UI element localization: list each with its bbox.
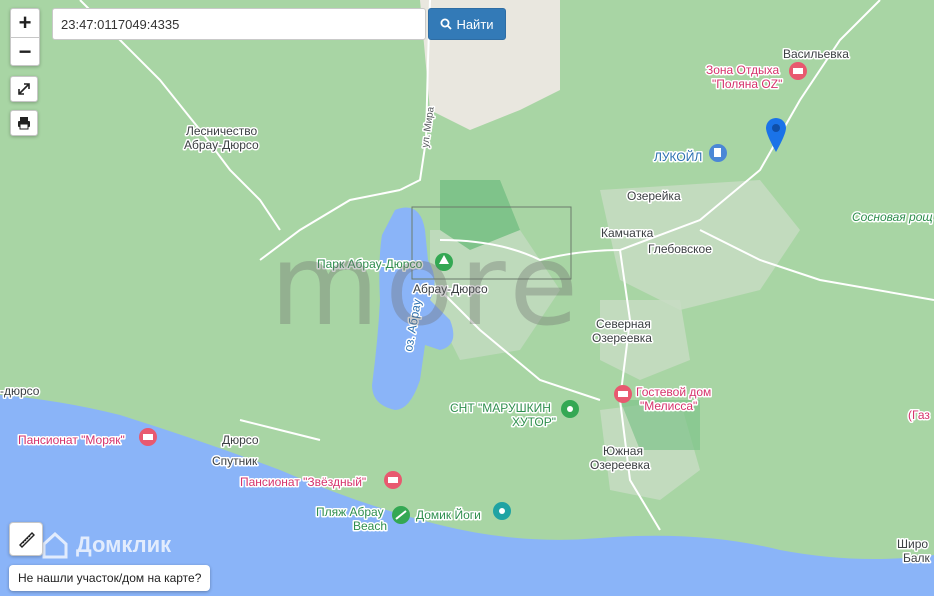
poi-label-zvezdny[interactable]: Пансионат "Звёздный" <box>239 474 368 491</box>
poi-label-moryak[interactable]: Пансионат "Моряк" <box>17 432 127 449</box>
beach-icon[interactable] <box>392 506 410 524</box>
search-icon <box>440 18 453 30</box>
place-label-severnaya-1: Северная <box>596 317 651 331</box>
domclick-logo: Домклик <box>40 530 171 560</box>
poi-label-melissa-1[interactable]: Гостевой дом <box>635 384 713 401</box>
place-label-yuzhnaya-1: Южная <box>603 444 643 458</box>
place-label-lesnichestvo-2: Абрау-Дюрсо <box>184 138 259 152</box>
place-label-vasilevka: Васильевка <box>783 47 849 61</box>
place-label-kamchatka: Камчатка <box>601 226 654 240</box>
place-label-glebovskoe: Глебовское <box>648 242 712 256</box>
poi-label-yoga[interactable]: Домик Йоги <box>415 506 483 524</box>
printer-icon <box>18 117 30 130</box>
hotel-icon[interactable] <box>614 385 632 403</box>
ruler-icon <box>19 532 35 548</box>
poi-label-marushkin-2[interactable]: ХУТОР" <box>511 414 558 431</box>
zoom-out-button[interactable]: − <box>11 37 39 65</box>
place-label-yuzhnaya-2: Озереевка <box>590 458 650 472</box>
gas-station-icon[interactable] <box>709 144 727 162</box>
domclick-logo-icon <box>42 531 68 559</box>
poi-label-polyana-1[interactable]: Зона Отдыха <box>705 62 781 79</box>
place-label-lesnichestvo-1: Лесничество <box>186 124 258 138</box>
print-button[interactable] <box>10 110 38 136</box>
hotel-icon[interactable] <box>789 62 807 80</box>
zoom-control: + − <box>10 8 40 66</box>
garden-icon[interactable] <box>561 400 579 418</box>
watermark: more <box>270 221 585 351</box>
poi-label-polyana-2[interactable]: "Поляна OZ" <box>711 76 784 93</box>
search-button-label: Найти <box>456 16 494 32</box>
ruler-button[interactable] <box>9 522 43 556</box>
poi-label-beach-1[interactable]: Пляж Абрау <box>315 504 386 521</box>
expand-icon <box>18 83 30 95</box>
poi-label-melissa-2[interactable]: "Мелисса" <box>639 398 699 415</box>
poi-label-lukoil[interactable]: ЛУКОЙЛ <box>653 148 704 166</box>
camera-icon[interactable] <box>493 502 511 520</box>
poi-label-beach-2[interactable]: Beach <box>352 518 389 535</box>
search-button[interactable]: Найти <box>428 8 506 40</box>
poi-label-marushkin-1[interactable]: СНТ "МАРУШКИН <box>449 400 553 417</box>
hotel-icon[interactable] <box>139 428 157 446</box>
domclick-logo-text: Домклик <box>76 532 172 557</box>
place-label-shiron-2: Балк <box>903 551 931 565</box>
place-label-durso: Дюрсо <box>222 433 259 447</box>
place-label-sputnik: Спутник <box>212 454 258 468</box>
place-label-shiron-1: Широ <box>897 537 928 551</box>
fullscreen-button[interactable] <box>10 76 38 102</box>
zoom-in-button[interactable]: + <box>11 9 39 37</box>
search-input[interactable] <box>52 8 426 40</box>
poi-label-sosnovaya: Сосновая рощ <box>852 210 933 224</box>
poi-label-gas[interactable]: (Газ <box>907 407 932 424</box>
place-label-ozereika: Озерейка <box>627 189 681 203</box>
place-label-durso-left: -дюрсо <box>0 384 40 398</box>
place-label-severnaya-2: Озереевка <box>592 331 652 345</box>
not-found-link[interactable]: Не нашли участок/дом на карте? <box>9 565 211 591</box>
hotel-icon[interactable] <box>384 471 402 489</box>
